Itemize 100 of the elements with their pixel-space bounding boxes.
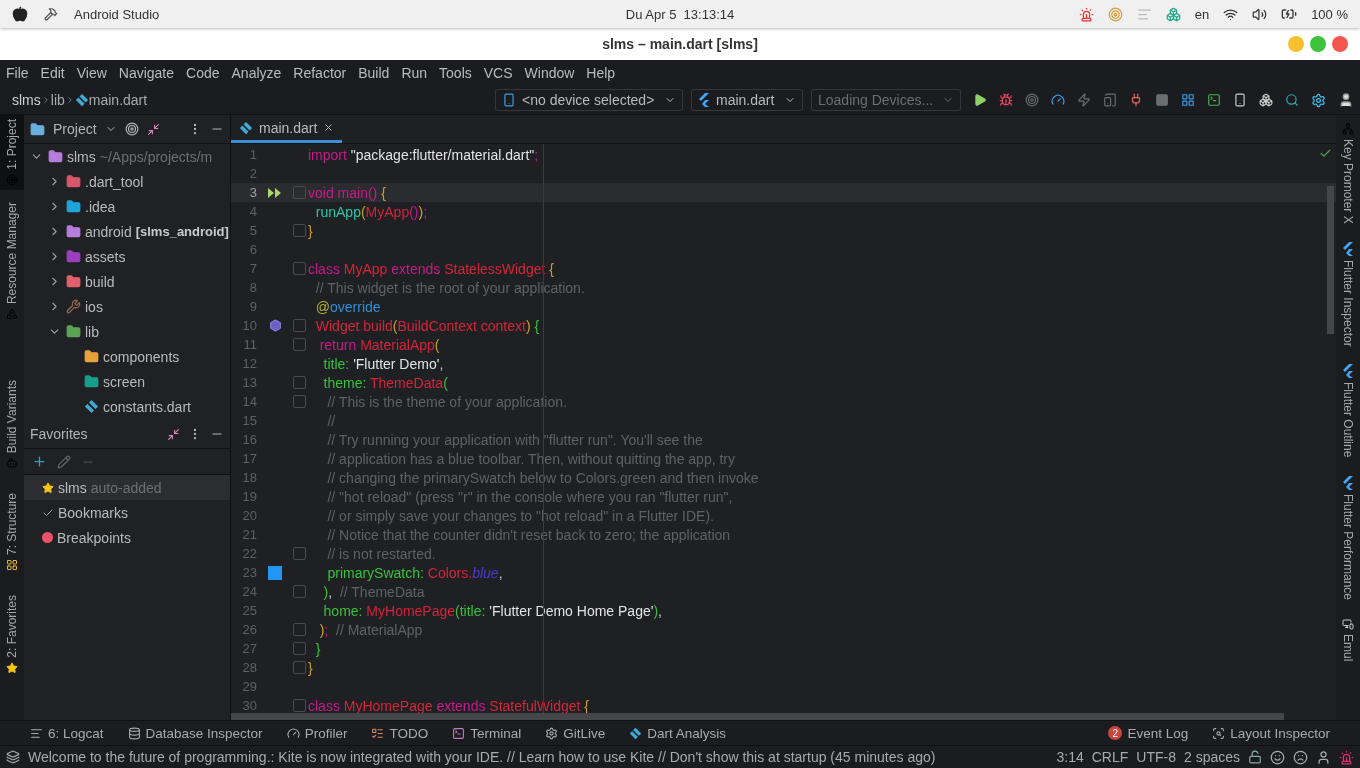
smile-icon[interactable] — [1270, 749, 1285, 765]
menu-item[interactable]: Build — [358, 65, 390, 81]
frown-icon[interactable] — [1293, 749, 1308, 765]
tool-window-tab[interactable]: 7: Structure — [5, 492, 19, 555]
run-icon[interactable] — [973, 93, 987, 107]
menu-item[interactable]: File — [6, 65, 29, 81]
fold-marker[interactable] — [293, 224, 306, 237]
device-icon[interactable] — [1233, 93, 1247, 107]
tool-window-tab[interactable]: Resource Manager — [5, 201, 19, 304]
tool-window-button[interactable]: Layout Inspector — [1212, 725, 1330, 741]
fold-marker[interactable] — [293, 186, 306, 199]
gauge-icon[interactable] — [1051, 93, 1065, 107]
tool-window-tab[interactable]: Key Promoter X — [1341, 139, 1355, 224]
plug-icon[interactable] — [1129, 93, 1143, 107]
apple-icon[interactable] — [12, 6, 28, 22]
grid-icon[interactable] — [1181, 93, 1195, 107]
tool-window-button[interactable]: Profiler — [286, 725, 348, 741]
file-encoding[interactable]: UTF-8 — [1136, 749, 1176, 765]
tool-window-tab[interactable]: Emul — [1341, 633, 1355, 662]
tree-item[interactable]: components — [103, 348, 180, 365]
collapse-icon[interactable] — [167, 427, 180, 441]
tree-item[interactable]: assets — [85, 248, 126, 265]
menu-item[interactable]: Refactor — [293, 65, 347, 81]
breadcrumb[interactable]: lib — [50, 92, 65, 108]
layers-icon[interactable] — [6, 750, 20, 764]
indent-setting[interactable]: 2 spaces — [1183, 749, 1240, 765]
tool-window-tab[interactable]: 2: Favorites — [5, 594, 19, 658]
tool-window-tab[interactable]: Flutter Inspector — [1341, 259, 1355, 347]
line-ending[interactable]: CRLF — [1091, 749, 1129, 765]
tree-item[interactable]: screen — [103, 373, 146, 390]
volume-icon[interactable] — [1252, 6, 1268, 22]
fold-marker[interactable] — [293, 642, 306, 655]
search-icon[interactable] — [1285, 93, 1299, 107]
star-icon[interactable] — [6, 661, 18, 674]
panel-title[interactable]: Project — [53, 121, 97, 137]
fold-marker[interactable] — [293, 395, 306, 408]
run-icon[interactable] — [267, 186, 283, 199]
tree-item[interactable]: android — [85, 223, 132, 240]
cube-icon[interactable] — [1259, 93, 1273, 107]
tree-item[interactable]: lib — [85, 323, 99, 340]
tree-item[interactable]: .idea — [85, 198, 116, 215]
tool-window-tab[interactable]: Flutter Performance — [1341, 493, 1355, 600]
favorite-item[interactable]: slms — [58, 479, 87, 496]
fold-marker[interactable] — [293, 585, 306, 598]
tree-item[interactable]: constants.dart — [103, 398, 191, 415]
tool-window-button[interactable]: 2 Event Log — [1108, 725, 1189, 741]
fold-marker[interactable] — [293, 262, 306, 275]
device-icon[interactable] — [1103, 93, 1117, 107]
notification-icon[interactable] — [1078, 6, 1094, 22]
menu-item[interactable]: Analyze — [231, 65, 282, 81]
tool-window-button[interactable]: Dart Analysis — [629, 725, 726, 741]
device-selector[interactable]: <no device selected> — [495, 89, 683, 111]
menu-item[interactable]: Window — [524, 65, 575, 81]
panel-title[interactable]: Favorites — [30, 426, 88, 442]
stop-icon[interactable] — [1155, 93, 1169, 107]
scrollbar[interactable] — [231, 713, 1284, 720]
favorite-item[interactable]: Breakpoints — [57, 529, 131, 546]
bug-icon[interactable] — [999, 93, 1013, 107]
siren-icon[interactable] — [1339, 749, 1354, 765]
fold-marker[interactable] — [293, 376, 306, 389]
keyboard-language[interactable]: en — [1194, 6, 1210, 22]
user-icon[interactable] — [1316, 749, 1331, 765]
color-swatch[interactable] — [268, 565, 282, 580]
tool-window-button[interactable]: TODO — [371, 725, 429, 741]
tool-window-button[interactable]: Terminal — [452, 725, 522, 741]
favorite-item[interactable]: Bookmarks — [58, 504, 129, 521]
breadcrumb[interactable]: slms — [12, 92, 41, 108]
tree-item[interactable]: build — [85, 273, 115, 290]
app-name[interactable]: Android Studio — [74, 6, 160, 22]
tool-window-tab[interactable]: Flutter Outline — [1341, 382, 1355, 458]
tree-item[interactable]: slms — [67, 148, 96, 165]
tree-item[interactable]: .dart_tool — [85, 173, 144, 190]
emulator-icon[interactable] — [1342, 617, 1354, 630]
structure-icon[interactable] — [6, 558, 18, 571]
tool-window-tab[interactable]: Build Variants — [5, 379, 19, 453]
close-button[interactable] — [1332, 36, 1348, 52]
menu-item[interactable]: Code — [186, 65, 220, 81]
clock[interactable]: Du Apr 5 13:13:14 — [625, 6, 735, 22]
menu-item[interactable]: Run — [401, 65, 428, 81]
lightning-icon[interactable] — [1077, 93, 1091, 107]
battery-icon[interactable] — [1281, 6, 1298, 22]
fold-marker[interactable] — [293, 547, 306, 560]
collapse-icon[interactable] — [146, 122, 160, 136]
fold-marker[interactable] — [293, 338, 306, 351]
breadcrumb[interactable]: main.dart — [88, 92, 148, 108]
lock-icon[interactable] — [1248, 750, 1262, 764]
menu-item[interactable]: VCS — [483, 65, 513, 81]
close-icon[interactable] — [323, 122, 335, 133]
fold-marker[interactable] — [293, 699, 306, 712]
pencil-icon[interactable] — [57, 454, 71, 469]
menu-item[interactable]: Edit — [40, 65, 65, 81]
menu-item[interactable]: View — [76, 65, 107, 81]
menu-item[interactable]: Navigate — [118, 65, 175, 81]
editor-tab[interactable]: main.dart — [231, 115, 343, 143]
run-config-selector[interactable]: main.dart — [691, 89, 803, 111]
plus-icon[interactable] — [32, 454, 47, 469]
fold-marker[interactable] — [293, 661, 306, 674]
wifi-icon[interactable] — [1223, 6, 1239, 22]
fold-marker[interactable] — [293, 623, 306, 636]
caret-position[interactable]: 3:14 — [1056, 749, 1084, 765]
